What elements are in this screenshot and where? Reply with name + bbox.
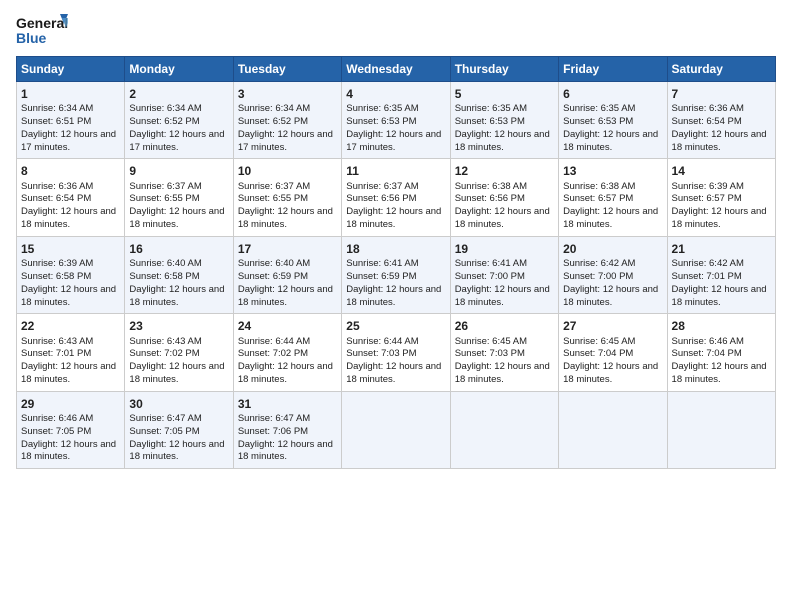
table-row: 26 Sunrise: 6:45 AM Sunset: 7:03 PM Dayl…: [450, 314, 558, 391]
svg-text:Blue: Blue: [16, 30, 47, 46]
table-row: 2 Sunrise: 6:34 AM Sunset: 6:52 PM Dayli…: [125, 82, 233, 159]
table-row: 21 Sunrise: 6:42 AM Sunset: 7:01 PM Dayl…: [667, 236, 775, 313]
table-row: 28 Sunrise: 6:46 AM Sunset: 7:04 PM Dayl…: [667, 314, 775, 391]
table-row: 16 Sunrise: 6:40 AM Sunset: 6:58 PM Dayl…: [125, 236, 233, 313]
logo-svg: General Blue: [16, 12, 68, 48]
header: General Blue: [16, 12, 776, 48]
col-friday: Friday: [559, 57, 667, 82]
table-row: 13 Sunrise: 6:38 AM Sunset: 6:57 PM Dayl…: [559, 159, 667, 236]
table-row: 9 Sunrise: 6:37 AM Sunset: 6:55 PM Dayli…: [125, 159, 233, 236]
table-row: 6 Sunrise: 6:35 AM Sunset: 6:53 PM Dayli…: [559, 82, 667, 159]
table-row: 25 Sunrise: 6:44 AM Sunset: 7:03 PM Dayl…: [342, 314, 450, 391]
empty-cell: [450, 391, 558, 468]
table-row: 11 Sunrise: 6:37 AM Sunset: 6:56 PM Dayl…: [342, 159, 450, 236]
svg-text:General: General: [16, 15, 68, 31]
col-saturday: Saturday: [667, 57, 775, 82]
table-row: 30 Sunrise: 6:47 AM Sunset: 7:05 PM Dayl…: [125, 391, 233, 468]
table-row: 31 Sunrise: 6:47 AM Sunset: 7:06 PM Dayl…: [233, 391, 341, 468]
table-row: 27 Sunrise: 6:45 AM Sunset: 7:04 PM Dayl…: [559, 314, 667, 391]
header-row: Sunday Monday Tuesday Wednesday Thursday…: [17, 57, 776, 82]
table-row: 5 Sunrise: 6:35 AM Sunset: 6:53 PM Dayli…: [450, 82, 558, 159]
logo: General Blue: [16, 12, 68, 48]
calendar-table: Sunday Monday Tuesday Wednesday Thursday…: [16, 56, 776, 469]
empty-cell: [559, 391, 667, 468]
col-sunday: Sunday: [17, 57, 125, 82]
table-row: 19 Sunrise: 6:41 AM Sunset: 7:00 PM Dayl…: [450, 236, 558, 313]
table-row: 3 Sunrise: 6:34 AM Sunset: 6:52 PM Dayli…: [233, 82, 341, 159]
col-monday: Monday: [125, 57, 233, 82]
empty-cell: [667, 391, 775, 468]
col-thursday: Thursday: [450, 57, 558, 82]
table-row: 18 Sunrise: 6:41 AM Sunset: 6:59 PM Dayl…: [342, 236, 450, 313]
table-row: 22 Sunrise: 6:43 AM Sunset: 7:01 PM Dayl…: [17, 314, 125, 391]
calendar-week-row: 8 Sunrise: 6:36 AM Sunset: 6:54 PM Dayli…: [17, 159, 776, 236]
calendar-week-row: 29 Sunrise: 6:46 AM Sunset: 7:05 PM Dayl…: [17, 391, 776, 468]
table-row: 10 Sunrise: 6:37 AM Sunset: 6:55 PM Dayl…: [233, 159, 341, 236]
table-row: 14 Sunrise: 6:39 AM Sunset: 6:57 PM Dayl…: [667, 159, 775, 236]
table-row: 4 Sunrise: 6:35 AM Sunset: 6:53 PM Dayli…: [342, 82, 450, 159]
calendar-week-row: 1 Sunrise: 6:34 AM Sunset: 6:51 PM Dayli…: [17, 82, 776, 159]
table-row: 20 Sunrise: 6:42 AM Sunset: 7:00 PM Dayl…: [559, 236, 667, 313]
table-row: 29 Sunrise: 6:46 AM Sunset: 7:05 PM Dayl…: [17, 391, 125, 468]
table-row: 24 Sunrise: 6:44 AM Sunset: 7:02 PM Dayl…: [233, 314, 341, 391]
table-row: 23 Sunrise: 6:43 AM Sunset: 7:02 PM Dayl…: [125, 314, 233, 391]
col-wednesday: Wednesday: [342, 57, 450, 82]
table-row: 17 Sunrise: 6:40 AM Sunset: 6:59 PM Dayl…: [233, 236, 341, 313]
table-row: 15 Sunrise: 6:39 AM Sunset: 6:58 PM Dayl…: [17, 236, 125, 313]
table-row: 1 Sunrise: 6:34 AM Sunset: 6:51 PM Dayli…: [17, 82, 125, 159]
col-tuesday: Tuesday: [233, 57, 341, 82]
table-row: 12 Sunrise: 6:38 AM Sunset: 6:56 PM Dayl…: [450, 159, 558, 236]
empty-cell: [342, 391, 450, 468]
calendar-week-row: 22 Sunrise: 6:43 AM Sunset: 7:01 PM Dayl…: [17, 314, 776, 391]
table-row: 8 Sunrise: 6:36 AM Sunset: 6:54 PM Dayli…: [17, 159, 125, 236]
page: General Blue Sunday Monday Tuesday Wedne…: [0, 0, 792, 612]
calendar-week-row: 15 Sunrise: 6:39 AM Sunset: 6:58 PM Dayl…: [17, 236, 776, 313]
table-row: 7 Sunrise: 6:36 AM Sunset: 6:54 PM Dayli…: [667, 82, 775, 159]
